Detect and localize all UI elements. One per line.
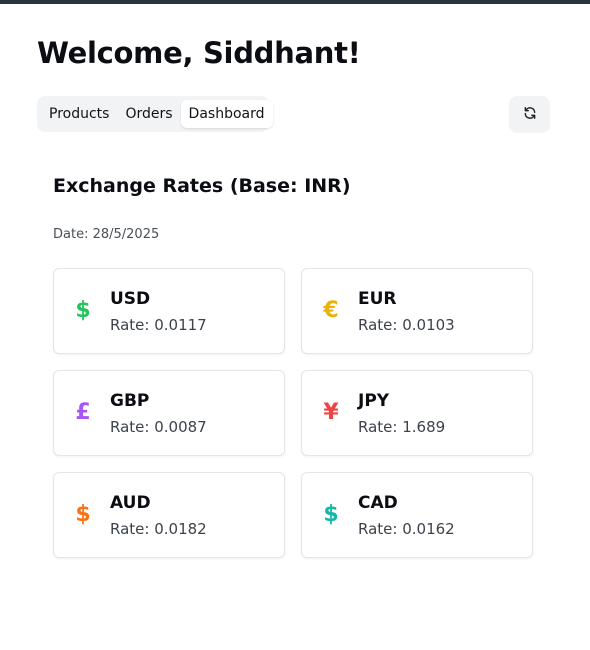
currency-code: JPY	[358, 391, 390, 411]
tab-dashboard[interactable]: Dashboard	[180, 100, 273, 128]
tab-products[interactable]: Products	[41, 100, 117, 128]
tab-orders[interactable]: Orders	[117, 100, 180, 128]
rate-card-aud: $ AUD Rate: 0.0182	[53, 472, 285, 558]
euro-icon: €	[323, 298, 339, 323]
currency-code: EUR	[358, 289, 397, 309]
pound-icon: £	[75, 400, 91, 425]
dollar-icon: $	[323, 502, 339, 527]
refresh-icon	[523, 105, 537, 124]
refresh-button[interactable]	[509, 96, 550, 133]
currency-code: GBP	[110, 391, 150, 411]
rate-card-eur: € EUR Rate: 0.0103	[301, 268, 533, 354]
currency-rate: Rate: 0.0162	[358, 520, 455, 538]
currency-rate: Rate: 0.0117	[110, 316, 207, 334]
dollar-icon: $	[75, 502, 91, 527]
currency-code: CAD	[358, 493, 398, 513]
page-title: Welcome, Siddhant!	[37, 36, 361, 70]
currency-rate: Rate: 0.0087	[110, 418, 207, 436]
tab-bar: Products Orders Dashboard	[37, 96, 273, 132]
exchange-rates-title: Exchange Rates (Base: INR)	[53, 175, 351, 197]
rate-card-cad: $ CAD Rate: 0.0162	[301, 472, 533, 558]
currency-code: AUD	[110, 493, 151, 513]
dollar-icon: $	[75, 298, 91, 323]
top-border	[0, 0, 590, 4]
currency-rate: Rate: 0.0103	[358, 316, 455, 334]
rate-card-gbp: £ GBP Rate: 0.0087	[53, 370, 285, 456]
currency-rate: Rate: 0.0182	[110, 520, 207, 538]
rate-card-usd: $ USD Rate: 0.0117	[53, 268, 285, 354]
currency-rate: Rate: 1.689	[358, 418, 446, 436]
currency-code: USD	[110, 289, 151, 309]
rates-date: Date: 28/5/2025	[53, 227, 160, 242]
rate-card-jpy: ¥ JPY Rate: 1.689	[301, 370, 533, 456]
yen-icon: ¥	[323, 400, 339, 425]
